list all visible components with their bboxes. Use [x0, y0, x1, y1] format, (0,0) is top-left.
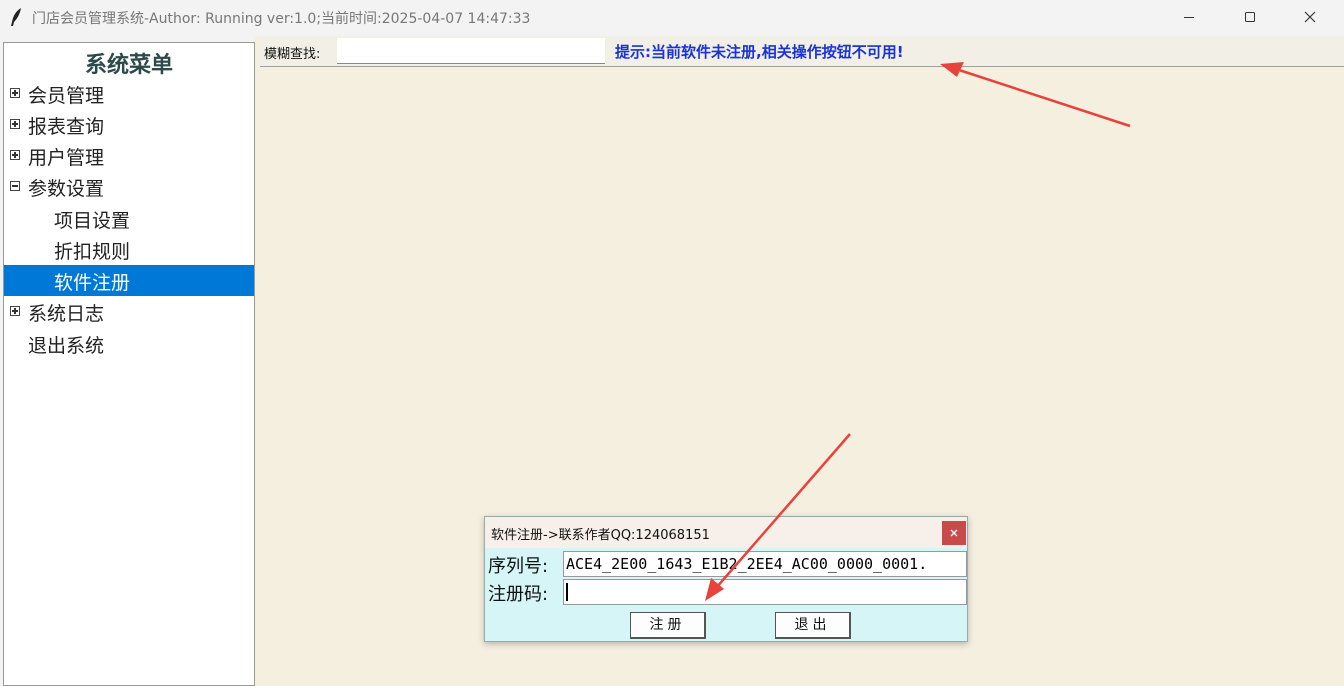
minimize-icon	[1184, 17, 1194, 18]
sidebar-item-member-management[interactable]: 会员管理	[4, 78, 254, 109]
register-button[interactable]: 注册	[630, 612, 706, 639]
serial-label: 序列号:	[488, 556, 549, 577]
text-caret	[566, 583, 568, 601]
unregistered-notice: 提示:当前软件未注册,相关操作按钮不可用!	[615, 43, 904, 61]
expand-plus-icon[interactable]	[10, 306, 20, 316]
exit-button[interactable]: 退出	[775, 612, 851, 639]
sidebar-item-label: 软件注册	[54, 272, 131, 294]
sidebar-item-report-query[interactable]: 报表查询	[4, 109, 254, 140]
sidebar-menu: 系统菜单 会员管理 报表查询 用户管理 参数设置 项目设置 折扣规则 软件注册 …	[3, 42, 255, 686]
dialog-titlebar: 软件注册->联系作者QQ:124068151	[485, 517, 967, 548]
sidebar-item-label: 用户管理	[28, 147, 105, 169]
minimize-button[interactable]	[1166, 0, 1212, 34]
expand-plus-icon[interactable]	[10, 119, 20, 129]
expand-plus-icon[interactable]	[10, 150, 20, 160]
registration-code-input[interactable]	[563, 579, 967, 605]
search-input[interactable]	[337, 38, 605, 64]
maximize-button[interactable]	[1227, 0, 1273, 34]
registration-dialog: 软件注册->联系作者QQ:124068151 序列号: ACE4_2E00_16…	[484, 516, 968, 642]
dialog-title: 软件注册->联系作者QQ:124068151	[491, 528, 710, 543]
sidebar-item-discount-rules[interactable]: 折扣规则	[4, 234, 254, 265]
menu-title: 系统菜单	[84, 53, 173, 78]
sidebar-item-label: 项目设置	[54, 210, 131, 232]
sidebar-item-project-settings[interactable]: 项目设置	[4, 203, 254, 234]
maximize-icon	[1245, 12, 1255, 22]
sidebar-item-label: 系统日志	[28, 303, 105, 325]
feather-icon	[11, 8, 21, 26]
sidebar-item-label: 参数设置	[28, 178, 105, 200]
sidebar-item-exit-system[interactable]: 退出系统	[4, 328, 254, 359]
close-window-button[interactable]	[1287, 0, 1333, 34]
sidebar-item-system-log[interactable]: 系统日志	[4, 296, 254, 327]
sidebar-item-parameter-settings[interactable]: 参数设置	[4, 171, 254, 202]
collapse-minus-icon[interactable]	[10, 181, 20, 191]
registration-code-label: 注册码:	[488, 584, 549, 605]
sidebar-item-software-registration[interactable]: 软件注册	[4, 265, 254, 296]
dialog-close-button[interactable]	[942, 521, 966, 545]
close-icon	[950, 529, 958, 537]
sidebar-item-user-management[interactable]: 用户管理	[4, 140, 254, 171]
sidebar-item-label: 会员管理	[28, 85, 105, 107]
search-label: 模糊查找:	[264, 47, 321, 62]
window-titlebar: 门店会员管理系统-Author: Running ver:1.0;当前时间:20…	[0, 0, 1344, 34]
window-title: 门店会员管理系统-Author: Running ver:1.0;当前时间:20…	[32, 11, 531, 27]
close-icon	[1304, 11, 1316, 23]
sidebar-item-label: 退出系统	[28, 335, 105, 357]
sidebar-item-label: 折扣规则	[54, 241, 131, 263]
serial-number-field[interactable]: ACE4_2E00_1643_E1B2_2EE4_AC00_0000_0001.	[563, 551, 967, 577]
search-toolbar: 模糊查找: 提示:当前软件未注册,相关操作按钮不可用!	[260, 36, 1344, 67]
expand-plus-icon[interactable]	[10, 88, 20, 98]
sidebar-item-label: 报表查询	[28, 116, 105, 138]
